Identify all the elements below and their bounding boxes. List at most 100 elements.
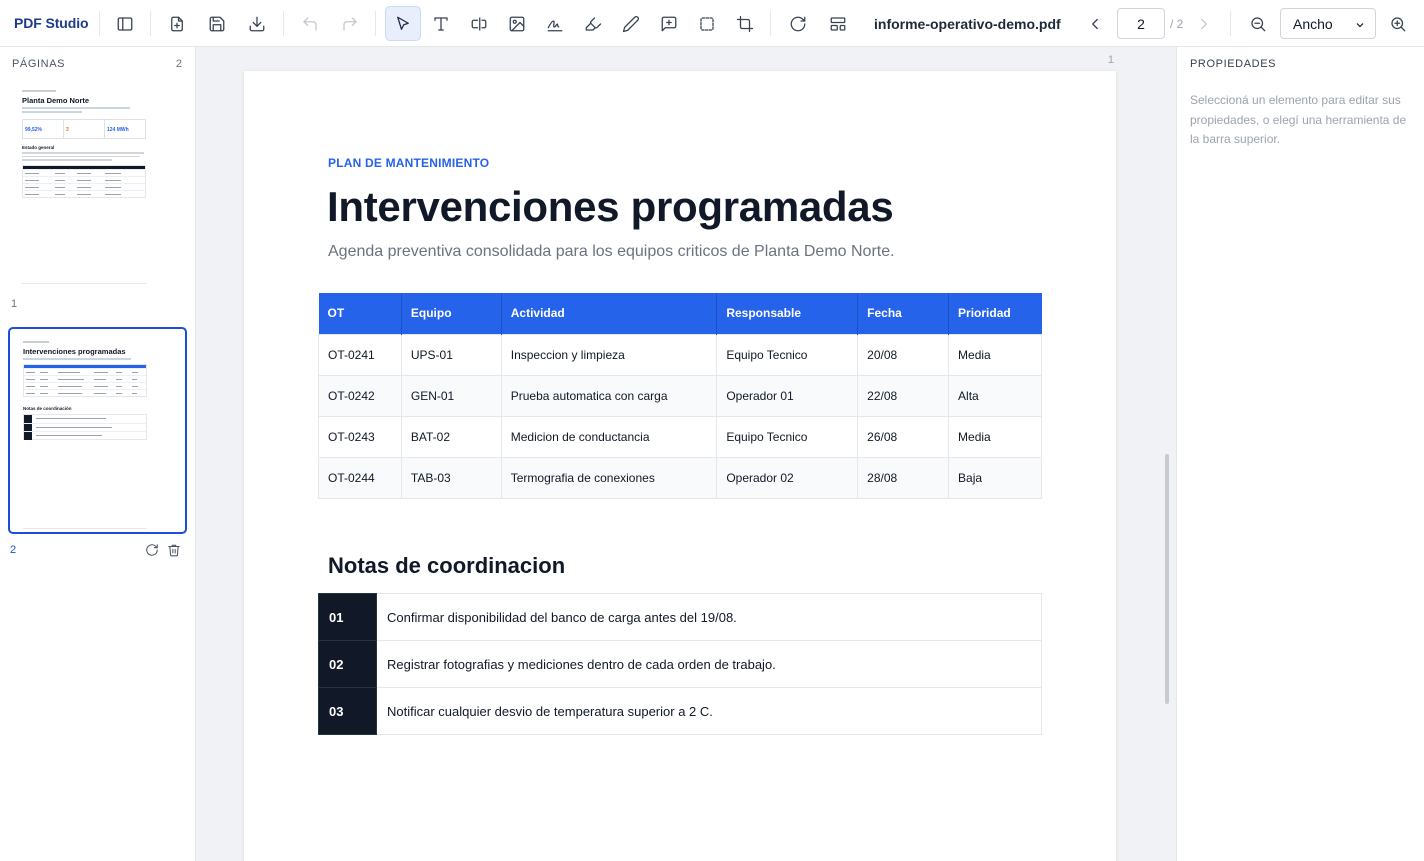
signature-tool-button[interactable]	[538, 7, 572, 41]
canvas-page-label: 1	[1107, 54, 1114, 66]
column-header: Equipo	[401, 293, 502, 334]
highlighter-tool-button[interactable]	[576, 7, 610, 41]
page-kicker[interactable]: PLAN DE MANTENIMIENTO	[328, 156, 489, 170]
undo-button[interactable]	[293, 7, 327, 41]
rotate-button[interactable]	[781, 7, 815, 41]
column-header: Actividad	[501, 293, 718, 334]
signature-icon	[547, 20, 563, 32]
text-field-icon	[471, 17, 487, 31]
thumb-kpis: 99,52% 3 124 MWh	[22, 119, 146, 139]
thumb-kpi: 124 MWh	[107, 127, 129, 133]
download-button[interactable]	[240, 7, 274, 41]
previous-page-button[interactable]	[1078, 7, 1112, 41]
comment-tool-button[interactable]	[652, 7, 686, 41]
rotate-icon	[146, 544, 158, 556]
table-row: OT-0243 BAT-02 Medicion de conductancia …	[318, 415, 1042, 458]
table-cell: Media	[948, 415, 1042, 458]
thumb-table-row	[23, 189, 145, 197]
thumbnail-content: Intervenciones programadas Notas de coor…	[23, 341, 147, 529]
thumb-subtitle	[22, 107, 130, 109]
table-cell: Equipo Tecnico	[716, 333, 859, 376]
canvas-scrollbar[interactable]	[1165, 454, 1169, 704]
coordination-notes[interactable]: 01 Confirmar disponibilidad del banco de…	[318, 593, 1042, 735]
page-thumbnail-2[interactable]: Intervenciones programadas Notas de coor…	[8, 327, 187, 534]
table-cell: Equipo Tecnico	[716, 415, 859, 458]
thumb-text-line	[22, 159, 112, 161]
thumb-table-row	[23, 168, 145, 176]
thumb-section-title: Notas de coordinación	[23, 406, 72, 411]
page-thumbnail-number: 1	[11, 298, 18, 310]
image-tool-button[interactable]	[500, 7, 534, 41]
crop-tool-button[interactable]	[728, 7, 762, 41]
note-row: 01 Confirmar disponibilidad del banco de…	[318, 593, 1042, 641]
toolbar-divider	[770, 11, 771, 36]
next-page-button[interactable]	[1187, 7, 1221, 41]
select-tool-button[interactable]	[385, 6, 421, 41]
thumb-kicker	[22, 90, 56, 92]
zoom-select[interactable]: Ancho	[1280, 8, 1376, 39]
thumbnail-content: Planta Demo Norte 99,52% 3 124 MWh Estad…	[22, 90, 146, 284]
note-number: 03	[318, 687, 377, 735]
zoom-out-button[interactable]	[1241, 7, 1275, 41]
toolbar-divider	[283, 11, 284, 36]
table-cell: Prueba automatica con carga	[500, 374, 718, 417]
add-file-button[interactable]	[160, 7, 194, 41]
table-cell: 20/08	[857, 333, 950, 376]
thumb-note-row	[24, 423, 146, 432]
text-tool-button[interactable]	[424, 7, 458, 41]
layout-button[interactable]	[821, 7, 855, 41]
highlighter-icon	[585, 17, 602, 31]
notes-section-title[interactable]: Notas de coordinacion	[328, 553, 565, 579]
pages-sidebar: PÁGINAS 2 Planta Demo Norte 99,52% 3 124…	[0, 47, 196, 861]
pencil-tool-button[interactable]	[614, 7, 648, 41]
work-orders-table[interactable]: OT Equipo Actividad Responsable Fecha Pr…	[318, 293, 1042, 499]
toolbar-divider	[375, 11, 376, 36]
properties-panel: PROPIEDADES Seleccioná un elemento para …	[1176, 47, 1424, 861]
sidebar-icon	[117, 17, 133, 31]
thumb-subtitle	[22, 111, 82, 113]
thumb-table-row	[24, 375, 146, 382]
top-toolbar: PDF Studio informe-operativo-demo.pdf 2 …	[0, 0, 1424, 47]
page-subtitle[interactable]: Agenda preventiva consolidada para los e…	[328, 243, 895, 261]
page-thumbnail-1[interactable]: Planta Demo Norte 99,52% 3 124 MWh Estad…	[8, 82, 187, 289]
delete-page-button[interactable]	[167, 543, 181, 557]
table-cell: OT-0242	[318, 374, 402, 417]
table-row: OT-0241 UPS-01 Inspeccion y limpieza Equ…	[318, 333, 1042, 376]
note-text: Confirmar disponibilidad del banco de ca…	[376, 593, 1042, 641]
thumb-table-row	[23, 175, 145, 183]
thumb-table-row	[24, 368, 146, 375]
rectangle-tool-button[interactable]	[690, 7, 724, 41]
toolbar-divider	[99, 11, 100, 36]
redo-button[interactable]	[333, 7, 367, 41]
column-header: Prioridad	[948, 293, 1042, 334]
zoom-value: Ancho	[1293, 15, 1333, 32]
zoom-out-icon	[1251, 17, 1266, 32]
thumb-footer	[22, 283, 146, 284]
note-number: 01	[318, 593, 377, 641]
save-button[interactable]	[200, 7, 234, 41]
page-thumbnail-number: 2	[10, 544, 17, 556]
toggle-sidebar-button[interactable]	[108, 7, 142, 41]
thumb-subtitle	[23, 358, 131, 360]
document-canvas[interactable]: 1 PLAN DE MANTENIMIENTO Intervenciones p…	[196, 47, 1176, 861]
thumb-table-row	[24, 389, 146, 396]
chevron-down-icon	[1354, 18, 1366, 30]
column-header: Fecha	[857, 293, 950, 334]
document-page[interactable]: PLAN DE MANTENIMIENTO Intervenciones pro…	[244, 71, 1116, 861]
rotate-page-button[interactable]	[145, 543, 159, 557]
page-title[interactable]: Intervenciones programadas	[327, 183, 894, 231]
column-header: Responsable	[716, 293, 859, 334]
table-cell: Media	[948, 333, 1042, 376]
cursor-icon	[397, 16, 409, 30]
table-cell: 26/08	[857, 415, 950, 458]
table-cell: Termografia de conexiones	[500, 456, 718, 499]
zoom-in-button[interactable]	[1381, 7, 1415, 41]
thumb-text-line	[22, 152, 144, 154]
table-cell: TAB-03	[400, 456, 502, 499]
thumb-kpi: 3	[66, 127, 69, 133]
table-cell: Operador 01	[716, 374, 859, 417]
page-number-input[interactable]	[1117, 8, 1165, 39]
table-cell: Medicion de conductancia	[500, 415, 718, 458]
text-field-tool-button[interactable]	[462, 7, 496, 41]
table-cell: UPS-01	[400, 333, 502, 376]
